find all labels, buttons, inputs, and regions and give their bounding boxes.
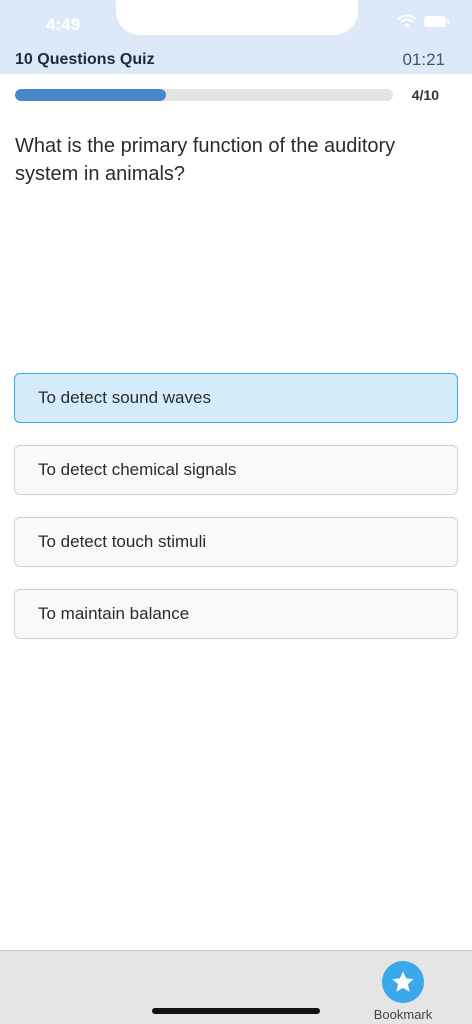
battery-icon xyxy=(424,16,449,27)
bookmark-button[interactable]: Bookmark xyxy=(368,961,438,1022)
quiz-header: 10 Questions Quiz 01:21 xyxy=(0,48,472,74)
progress-bar xyxy=(15,89,393,101)
answer-options: To detect sound waves To detect chemical… xyxy=(14,373,458,661)
answer-option[interactable]: To detect touch stimuli xyxy=(14,517,458,567)
progress-count: 4/10 xyxy=(411,87,439,103)
wifi-icon xyxy=(398,15,416,28)
answer-option-label: To detect sound waves xyxy=(38,388,211,407)
star-icon xyxy=(392,971,414,992)
bookmark-label: Bookmark xyxy=(373,1007,433,1022)
bookmark-circle xyxy=(382,961,424,1003)
status-bar: 4:49 xyxy=(0,0,472,48)
progress-fill xyxy=(15,89,167,101)
status-time: 4:49 xyxy=(46,15,81,34)
notch xyxy=(116,0,358,35)
quiz-title: 10 Questions Quiz xyxy=(15,51,155,68)
answer-option-label: To detect chemical signals xyxy=(38,460,237,479)
answer-option[interactable]: To maintain balance xyxy=(14,589,458,639)
answer-option-label: To detect touch stimuli xyxy=(38,532,207,551)
home-indicator[interactable] xyxy=(152,1008,320,1014)
answer-option-label: To maintain balance xyxy=(38,604,190,623)
answer-option[interactable]: To detect chemical signals xyxy=(14,445,458,495)
question-text: What is the primary function of the audi… xyxy=(15,135,396,185)
quiz-timer: 01:21 xyxy=(402,50,445,69)
answer-option[interactable]: To detect sound waves xyxy=(14,373,458,423)
status-icons xyxy=(398,15,449,28)
quiz-screen: 4:49 10 Questions Quiz 01:21 4/10 What i… xyxy=(0,0,472,1024)
